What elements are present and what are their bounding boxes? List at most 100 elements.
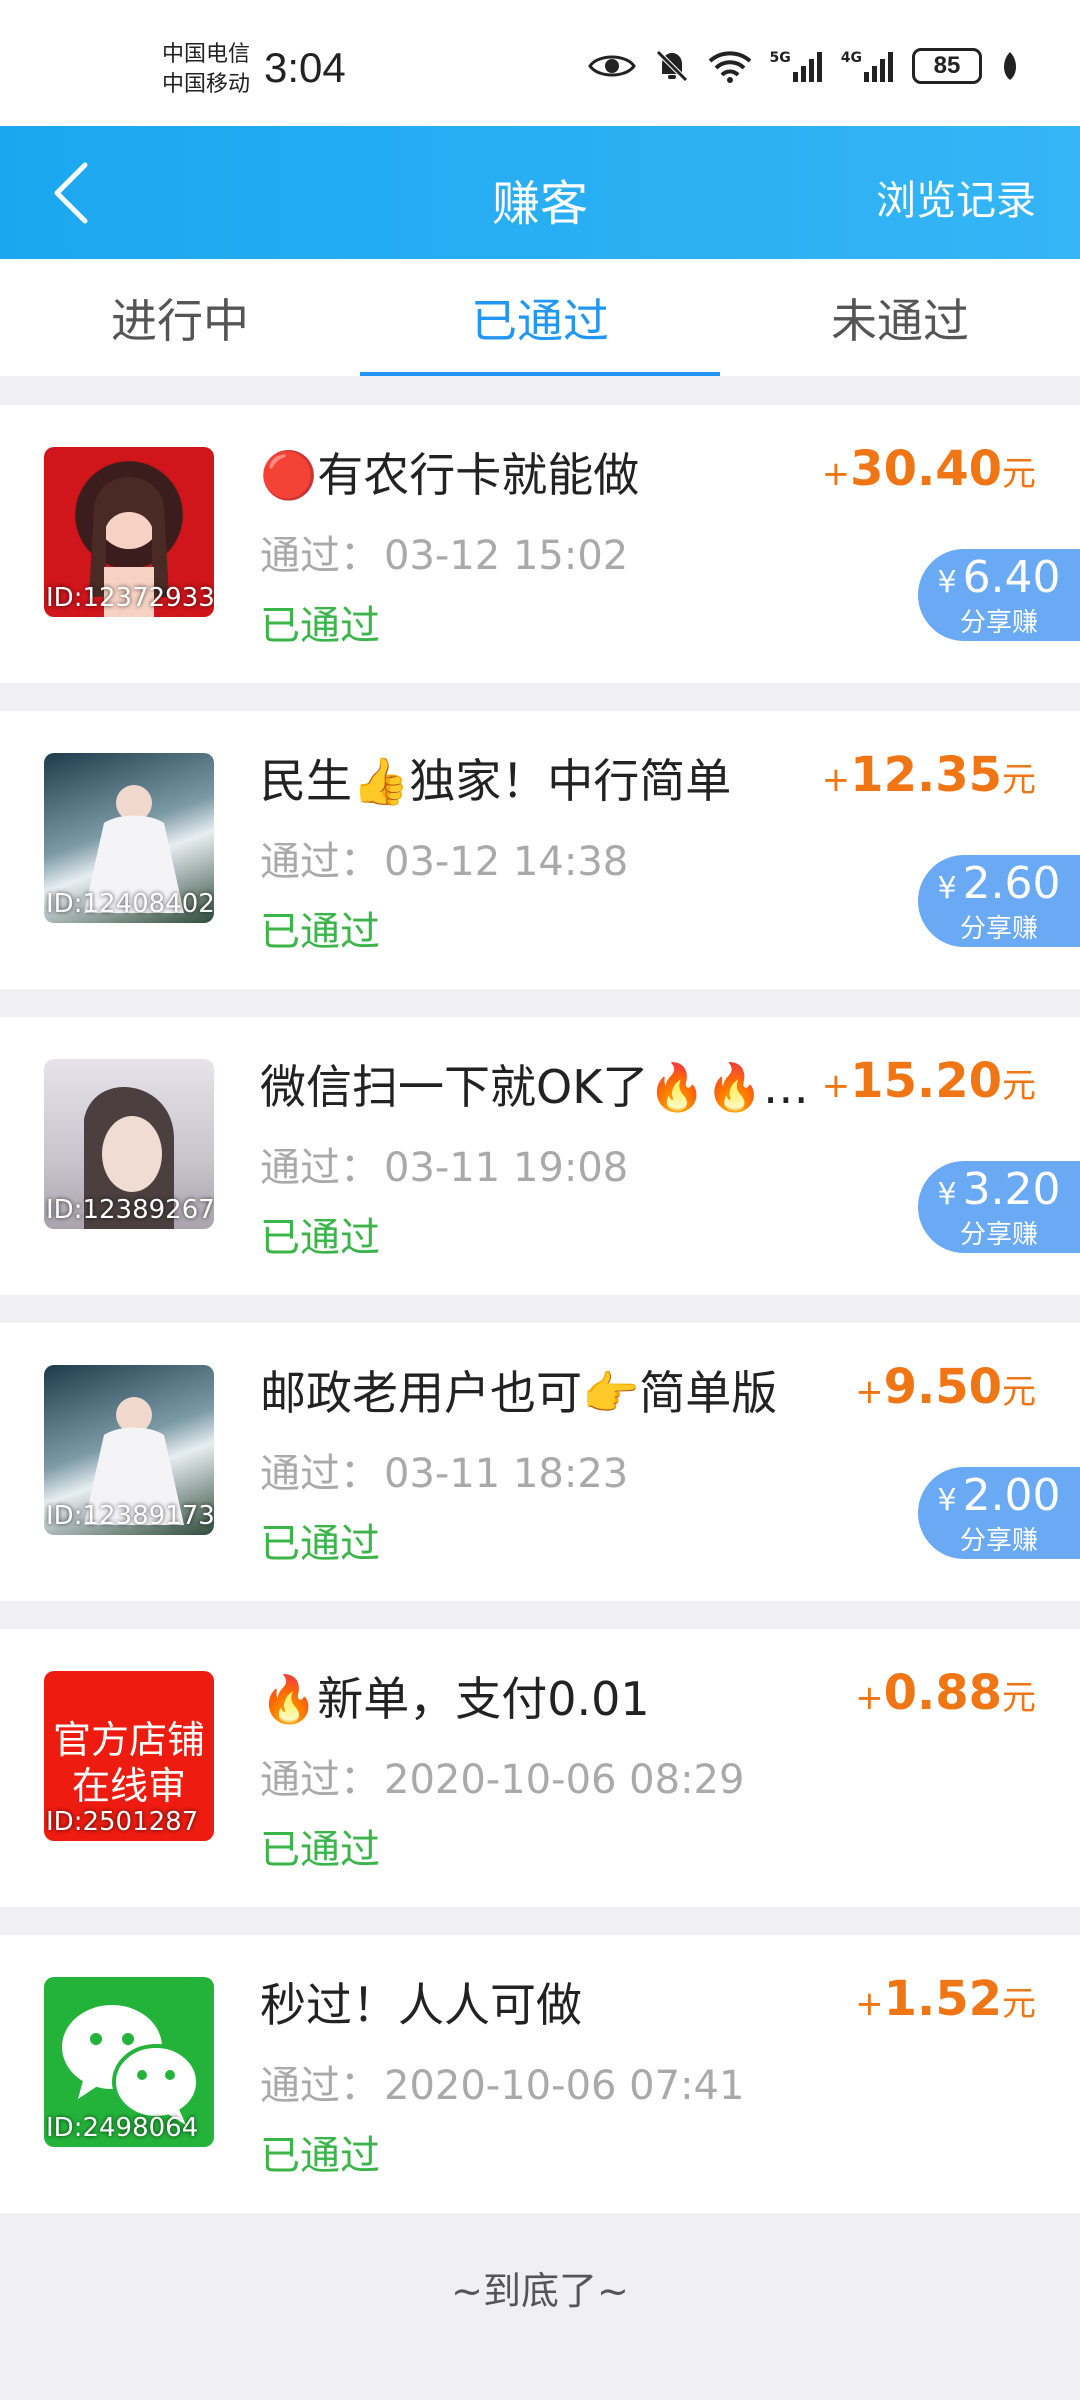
tab-in-progress[interactable]: 进行中 (0, 259, 360, 376)
avatar: ID:2498064 (44, 1977, 214, 2147)
avatar: ID:12408402 (44, 753, 214, 923)
item-title: 🔥新单，支付0.01 (260, 1672, 650, 1726)
item-title: 民生👍独家！中行简单 (260, 754, 732, 808)
bell-off-icon (654, 48, 690, 84)
status-bar: 中国电信 中国移动 3:04 5G 4G 85 (0, 0, 1080, 126)
end-of-list-text: ~到底了~ (451, 2269, 629, 2313)
reward-unit: 元 (1002, 1984, 1036, 2024)
passed-time-value: 03-11 18:23 (384, 1451, 629, 1497)
reward-unit: 元 (1002, 1372, 1036, 1412)
reward-plus: + (855, 1678, 884, 1718)
share-label: 分享赚 (959, 1220, 1038, 1250)
avatar: ID:12389173 (44, 1365, 214, 1535)
status-text: 已通过 (260, 1521, 380, 1567)
avatar-id: ID:12408402 (46, 889, 214, 919)
reward-value: 30.40 (850, 441, 1002, 497)
reward-value: 1.52 (883, 1971, 1002, 2027)
reward-amount: +15.20元 (822, 1053, 1036, 1109)
passed-label: 通过： (260, 2063, 380, 2109)
avatar-id: ID:12372933 (46, 583, 214, 613)
signal-4g-icon: 4G (841, 50, 894, 82)
passed-label: 通过： (260, 1145, 380, 1191)
share-amount: 2.60 (962, 858, 1061, 909)
avatar-id: ID:12389267 (46, 1195, 214, 1225)
reward-value: 9.50 (883, 1359, 1002, 1415)
status-time: 3:04 (264, 44, 346, 91)
reward-plus: + (855, 1984, 884, 2024)
reward-amount: +30.40元 (822, 441, 1036, 497)
passed-time-value: 03-11 19:08 (384, 1145, 629, 1191)
carrier-2: 中国移动 (162, 72, 251, 97)
wifi-icon (708, 49, 752, 83)
share-label: 分享赚 (959, 914, 1038, 944)
passed-time-value: 03-12 15:02 (384, 533, 629, 579)
status-text: 已通过 (260, 909, 380, 955)
task-list: ID:12372933 🔴有农行卡就能做 通过： 03-12 15:02 已通过 … (0, 405, 1080, 2241)
avatar: 官方店铺 在线审 ID:2501287 (44, 1671, 214, 1841)
avatar-text-line-2: 在线审 (71, 1764, 186, 1808)
tab-passed[interactable]: 已通过 (360, 259, 720, 376)
reward-unit: 元 (1002, 1066, 1036, 1106)
share-earn-button[interactable]: ¥6.40 分享赚 (918, 549, 1080, 641)
carrier-info: 中国电信 中国移动 (162, 40, 250, 100)
item-title: 邮政老用户也可👉简单版 (260, 1366, 778, 1420)
net-5g-label: 5G (769, 50, 791, 66)
browse-history-button[interactable]: 浏览记录 (876, 168, 1036, 226)
status-text: 已通过 (260, 2133, 380, 2179)
app-header: 赚客 浏览记录 (0, 126, 1080, 259)
reward-amount: +0.88元 (855, 1665, 1036, 1721)
status-icons: 5G 4G 85 (587, 48, 1020, 84)
share-yen: ¥ (937, 1483, 957, 1518)
avatar-id: ID:12389173 (46, 1501, 214, 1531)
reward-amount: +1.52元 (855, 1971, 1036, 2027)
avatar: ID:12389267 (44, 1059, 214, 1229)
leaf-icon (1000, 50, 1020, 82)
share-yen: ¥ (937, 565, 957, 600)
share-yen: ¥ (937, 1177, 957, 1212)
reward-value: 12.35 (850, 747, 1002, 803)
battery-icon: 85 (912, 48, 982, 84)
avatar-text-line-1: 官方店铺 (52, 1718, 205, 1762)
avatar-id: ID:2498064 (46, 2113, 199, 2143)
passed-time: 通过： 03-12 14:38 (260, 829, 628, 887)
status-text: 已通过 (260, 1827, 380, 1873)
passed-time: 通过： 2020-10-06 08:29 (260, 1747, 744, 1805)
reward-unit: 元 (1002, 760, 1036, 800)
reward-unit: 元 (1002, 454, 1036, 494)
share-earn-button[interactable]: ¥2.00 分享赚 (918, 1467, 1080, 1559)
eye-icon (587, 50, 636, 82)
reward-plus: + (821, 760, 851, 800)
passed-time: 通过： 03-11 19:08 (260, 1135, 628, 1193)
avatar: ID:12372933 (44, 447, 214, 617)
status-text: 已通过 (260, 1215, 380, 1261)
reward-amount: +12.35元 (822, 747, 1036, 803)
chevron-left-icon (54, 162, 88, 224)
share-amount: 6.40 (962, 552, 1061, 603)
passed-time: 通过： 03-12 15:02 (260, 523, 628, 581)
share-label: 分享赚 (959, 1526, 1038, 1556)
reward-value: 0.88 (883, 1665, 1002, 1721)
list-item[interactable]: ID:2498064 秒过！人人可做 通过： 2020-10-06 07:41 已… (0, 1935, 1080, 2213)
list-item[interactable]: ID:12372933 🔴有农行卡就能做 通过： 03-12 15:02 已通过 … (0, 405, 1080, 683)
passed-label: 通过： (260, 533, 380, 579)
passed-label: 通过： (260, 1451, 380, 1497)
reward-plus: + (821, 454, 851, 494)
share-amount: 2.00 (962, 1470, 1061, 1521)
back-button[interactable] (36, 158, 106, 228)
list-item[interactable]: ID:12389267 微信扫一下就OK了🔥🔥… 通过： 03-11 19:08 … (0, 1017, 1080, 1295)
share-earn-button[interactable]: ¥2.60 分享赚 (918, 855, 1080, 947)
reward-unit: 元 (1002, 1678, 1036, 1718)
list-item[interactable]: ID:12408402 民生👍独家！中行简单 通过： 03-12 14:38 已通… (0, 711, 1080, 989)
passed-time: 通过： 2020-10-06 07:41 (260, 2053, 744, 2111)
passed-label: 通过： (260, 839, 380, 885)
tab-not-passed[interactable]: 未通过 (720, 259, 1080, 376)
share-label: 分享赚 (959, 608, 1038, 638)
list-item[interactable]: ID:12389173 邮政老用户也可👉简单版 通过： 03-11 18:23 已… (0, 1323, 1080, 1601)
net-4g-label: 4G (840, 50, 862, 66)
avatar-text: 官方店铺 在线审 (44, 1717, 214, 1809)
list-item[interactable]: 官方店铺 在线审 ID:2501287 🔥新单，支付0.01 通过： 2020-1… (0, 1629, 1080, 1907)
share-earn-button[interactable]: ¥3.20 分享赚 (918, 1161, 1080, 1253)
passed-label: 通过： (260, 1757, 380, 1803)
passed-time-value: 2020-10-06 08:29 (384, 1757, 745, 1803)
tab-bar: 进行中 已通过 未通过 (0, 259, 1080, 376)
